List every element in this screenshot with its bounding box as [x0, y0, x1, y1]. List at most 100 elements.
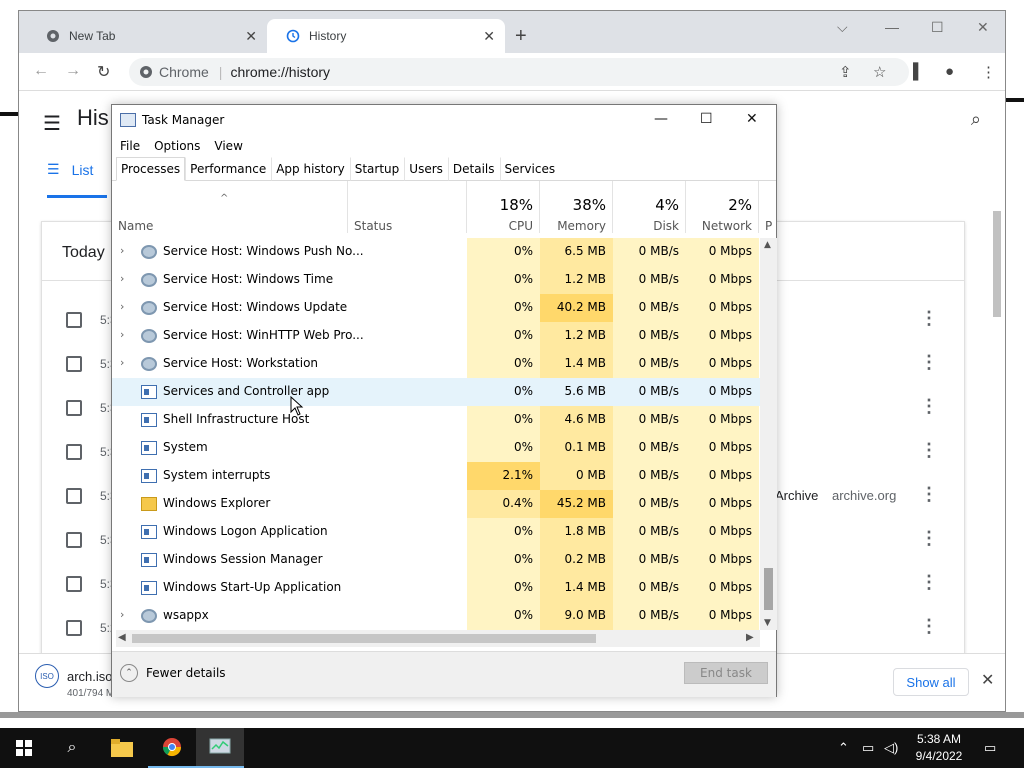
menu-options[interactable]: Options [154, 139, 200, 153]
process-row[interactable]: Windows Logon Application 0% 1.8 MB 0 MB/s 0… [112, 518, 764, 546]
clock[interactable]: 5:38 AM 9/4/2022 [906, 731, 972, 765]
profile-icon[interactable]: ● [945, 63, 954, 80]
close-window-icon[interactable]: ✕ [746, 111, 758, 127]
expand-chevron-icon[interactable]: › [120, 356, 124, 369]
process-row[interactable]: Services and Controller app 0% 5.6 MB 0 MB/… [112, 378, 764, 406]
process-row[interactable]: › Service Host: Windows Update 0% 40.2 MB 0 … [112, 294, 764, 322]
show-all-button[interactable]: Show all [893, 668, 969, 696]
process-row[interactable]: Windows Explorer 0.4% 45.2 MB 0 MB/s 0 Mbps [112, 490, 764, 518]
row-menu-kebab-icon[interactable]: ⋮ [920, 440, 938, 461]
column-memory[interactable]: 38% Memory [540, 181, 613, 233]
address-bar[interactable]: Chrome | chrome://history [129, 58, 909, 86]
maximize-icon[interactable]: ☐ [700, 111, 713, 127]
process-row[interactable]: › Service Host: WinHTTP Web Pro... 0% 1.2 M… [112, 322, 764, 350]
scroll-right-icon[interactable]: ▶ [746, 632, 754, 643]
forward-icon[interactable]: → [65, 62, 81, 80]
maximize-icon[interactable]: ☐ [931, 19, 944, 36]
scrollbar-thumb[interactable] [132, 634, 596, 643]
side-panel-icon[interactable]: ▌ [913, 63, 924, 80]
process-row[interactable]: Windows Start-Up Application 0% 1.4 MB 0 MB… [112, 574, 764, 602]
end-task-button[interactable]: End task [684, 662, 768, 684]
expand-chevron-icon[interactable]: › [120, 328, 124, 341]
download-item[interactable]: ISO arch.iso 401/794 M [35, 664, 114, 699]
menu-file[interactable]: File [120, 139, 140, 153]
column-status[interactable]: Status [348, 181, 467, 233]
column-disk[interactable]: 4% Disk [613, 181, 686, 233]
close-download-bar-icon[interactable]: ✕ [981, 670, 994, 690]
row-menu-kebab-icon[interactable]: ⋮ [920, 616, 938, 637]
tab-performance[interactable]: Performance [185, 157, 271, 181]
process-row[interactable]: › Service Host: Workstation 0% 1.4 MB 0 MB/s… [112, 350, 764, 378]
site-title[interactable]: Archive [775, 488, 818, 503]
column-network[interactable]: 2% Network [686, 181, 759, 233]
process-row[interactable]: System interrupts 2.1% 0 MB 0 MB/s 0 Mbps [112, 462, 764, 490]
bookmark-star-icon[interactable]: ☆ [873, 63, 886, 81]
row-menu-kebab-icon[interactable]: ⋮ [920, 528, 938, 549]
search-button[interactable]: ⌕ [48, 728, 96, 768]
scroll-up-icon[interactable]: ▲ [764, 240, 771, 250]
process-list-scrollbar[interactable]: ▲ ▼ [760, 238, 777, 630]
row-checkbox[interactable] [66, 488, 82, 504]
column-name[interactable]: Name [112, 181, 348, 233]
taskbar-file-explorer[interactable] [98, 728, 146, 768]
menu-view[interactable]: View [214, 139, 242, 153]
row-checkbox[interactable] [66, 400, 82, 416]
process-row[interactable]: Shell Infrastructure Host 0% 4.6 MB 0 MB/s 0… [112, 406, 764, 434]
new-tab-icon[interactable]: + [515, 25, 527, 48]
row-checkbox[interactable] [66, 444, 82, 460]
close-tab-icon[interactable]: ✕ [245, 28, 257, 45]
scroll-left-icon[interactable]: ◀ [118, 632, 126, 643]
row-checkbox[interactable] [66, 620, 82, 636]
tab-app-history[interactable]: App history [271, 157, 350, 181]
reload-icon[interactable]: ↻ [97, 62, 110, 82]
row-menu-kebab-icon[interactable]: ⋮ [920, 352, 938, 373]
expand-chevron-icon[interactable]: › [120, 272, 124, 285]
page-scrollbar[interactable] [991, 199, 1003, 659]
horizontal-scrollbar[interactable]: ◀ ▶ [116, 630, 760, 647]
expand-chevron-icon[interactable]: › [120, 244, 124, 257]
close-window-icon[interactable]: ✕ [977, 19, 989, 36]
network-icon[interactable]: ▭ [862, 740, 874, 756]
share-icon[interactable]: ⇪ [839, 63, 852, 81]
expand-chevron-icon[interactable]: › [120, 608, 124, 621]
tab-list[interactable]: ☰ List [47, 161, 93, 178]
process-row[interactable]: › Service Host: Windows Time 0% 1.2 MB 0 MB/… [112, 266, 764, 294]
search-icon[interactable]: ⌕ [971, 109, 981, 130]
menu-kebab-icon[interactable]: ⋮ [981, 63, 996, 81]
tab-history[interactable]: History ✕ [267, 19, 505, 53]
column-power[interactable]: P [759, 181, 777, 233]
taskbar-chrome[interactable] [148, 728, 196, 768]
column-cpu[interactable]: 18% CPU [467, 181, 540, 233]
minimize-icon[interactable]: — [885, 19, 899, 35]
tab-processes[interactable]: Processes [116, 157, 186, 181]
row-checkbox[interactable] [66, 576, 82, 592]
tab-search-chevron-icon[interactable]: ⌵ [837, 19, 848, 36]
row-checkbox[interactable] [66, 312, 82, 328]
scroll-down-icon[interactable]: ▼ [764, 618, 771, 628]
scrollbar-thumb[interactable] [764, 568, 773, 610]
scrollbar-thumb[interactable] [993, 211, 1001, 317]
taskbar-task-manager[interactable] [196, 728, 244, 768]
volume-icon[interactable]: ◁) [884, 740, 898, 756]
row-menu-kebab-icon[interactable]: ⋮ [920, 484, 938, 505]
tab-services[interactable]: Services [499, 157, 561, 181]
tab-users[interactable]: Users [404, 157, 448, 181]
tab-details[interactable]: Details [447, 157, 500, 181]
title-bar[interactable]: Task Manager — ☐ ✕ [112, 105, 776, 135]
tab-new-tab[interactable]: New Tab ✕ [27, 19, 267, 53]
row-checkbox[interactable] [66, 532, 82, 548]
expand-chevron-icon[interactable]: › [120, 300, 124, 313]
notifications-icon[interactable]: ▭ [984, 740, 996, 756]
row-checkbox[interactable] [66, 356, 82, 372]
tray-chevron-up-icon[interactable]: ⌃ [838, 740, 849, 756]
row-menu-kebab-icon[interactable]: ⋮ [920, 396, 938, 417]
row-menu-kebab-icon[interactable]: ⋮ [920, 572, 938, 593]
back-icon[interactable]: ← [33, 62, 49, 80]
process-row[interactable]: › wsappx 0% 9.0 MB 0 MB/s 0 Mbps [112, 602, 764, 630]
process-row[interactable]: System 0% 0.1 MB 0 MB/s 0 Mbps [112, 434, 764, 462]
hamburger-menu-icon[interactable]: ☰ [43, 111, 61, 136]
process-row[interactable]: Windows Session Manager 0% 0.2 MB 0 MB/s 0 M… [112, 546, 764, 574]
row-menu-kebab-icon[interactable]: ⋮ [920, 308, 938, 329]
tab-startup[interactable]: Startup [349, 157, 405, 181]
process-row[interactable]: › Service Host: Windows Push No... 0% 6.5 M… [112, 238, 764, 266]
